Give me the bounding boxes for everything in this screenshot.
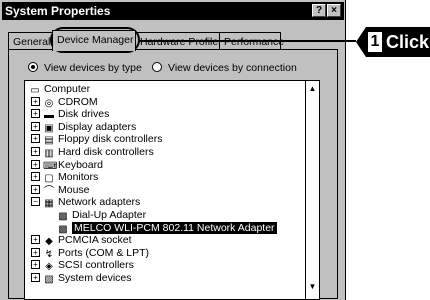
tree-item[interactable]: ▩ MELCO WLI-PCM 802.11 Network Adapter [57, 221, 277, 235]
callout-line [138, 40, 356, 42]
tree-item[interactable]: + ▬ Disk drives [31, 108, 110, 122]
monitor-icon: ▢ [44, 173, 54, 185]
tree-item[interactable]: + ◆ PCMCIA socket [31, 234, 132, 248]
expand-icon[interactable]: + [31, 260, 40, 270]
tree-item[interactable]: + ▣ Display adapters [31, 120, 137, 134]
view-by-connection-option[interactable]: View devices by connection [152, 62, 297, 74]
expand-icon[interactable]: + [31, 96, 40, 106]
computer-icon: ▭ [30, 85, 40, 96]
expand-icon[interactable]: + [31, 159, 40, 169]
tree-item-label: Dial-Up Adapter [72, 209, 147, 221]
tree-item-label: Disk drives [58, 108, 110, 121]
view-by-type-option[interactable]: View devices by type [28, 62, 142, 74]
radio-by-type[interactable] [28, 62, 38, 72]
display-adapter-icon: ▣ [44, 122, 54, 134]
hard-disk-controller-icon: ▥ [44, 148, 54, 159]
tree-item-label: MELCO WLI-PCM 802.11 Network Adapter [72, 221, 277, 234]
tree-item[interactable]: + ⌨Keyboard [31, 158, 103, 172]
tree-item[interactable]: + ◎ CDROM [31, 95, 98, 109]
tree-item[interactable]: ▭ Computer [29, 83, 91, 96]
tree-item-label: Floppy disk controllers [58, 133, 163, 146]
expand-icon[interactable]: + [31, 235, 40, 245]
tree-item-label: CDROM [58, 95, 98, 108]
expand-icon[interactable]: + [31, 184, 40, 194]
system-device-icon: ▧ [44, 274, 54, 285]
click-callout: 1 Click [356, 27, 430, 57]
port-icon: ↯ [44, 248, 54, 260]
tree-item[interactable]: + ▤ Floppy disk controllers [31, 133, 163, 147]
tab-device-manager[interactable]: Device Manager [52, 30, 136, 51]
keyboard-icon: ⌨ [43, 160, 58, 172]
tree-item-label: PCMCIA socket [58, 234, 132, 247]
tree-item-label: Ports (COM & LPT) [58, 246, 150, 259]
expand-icon[interactable]: + [31, 147, 40, 156]
floppy-controller-icon: ▤ [44, 135, 54, 147]
tree-item-label: System devices [58, 272, 132, 284]
scroll-down-icon[interactable]: ▼ [306, 281, 319, 293]
scsi-icon: ◈ [45, 261, 53, 273]
tree-item[interactable]: + ▢ Monitors [31, 171, 99, 185]
radio-by-connection[interactable] [152, 62, 162, 72]
window-title: System Properties [5, 4, 111, 18]
vertical-scrollbar[interactable]: ▲ ▼ [305, 81, 319, 299]
scroll-up-icon[interactable]: ▲ [306, 83, 319, 95]
tree-item[interactable]: − ▦ Network adapters [31, 196, 141, 210]
help-button[interactable]: ? [312, 4, 326, 17]
cdrom-icon: ◎ [44, 97, 54, 109]
tree-item-label: Display adapters [58, 120, 137, 133]
network-adapter-icon: ▦ [44, 198, 54, 210]
tree-item[interactable]: + ▥ Hard disk controllers [31, 146, 154, 159]
network-card-icon: ▩ [58, 211, 68, 222]
title-bar: System Properties ? × [2, 2, 344, 20]
tree-item[interactable]: ▩ Dial-Up Adapter [57, 209, 147, 222]
close-button[interactable]: × [327, 4, 341, 17]
collapse-icon[interactable]: − [31, 197, 40, 207]
tree-item-label: Mouse [58, 183, 90, 196]
tree-item[interactable]: + ↯ Ports (COM & LPT) [31, 246, 150, 260]
device-tree-listbox[interactable]: ▭ Computer + ◎ CDROM + ▬ Disk drives + ▣ Display a… [24, 80, 320, 300]
pcmcia-icon: ◆ [45, 236, 53, 248]
tree-item-label: SCSI controllers [58, 259, 134, 272]
tree-item-label: Computer [44, 83, 91, 95]
expand-icon[interactable]: + [31, 247, 40, 257]
tree-item-label: Keyboard [58, 158, 103, 171]
step-number: 1 [368, 32, 382, 52]
mouse-icon: ⌒ [44, 185, 54, 197]
network-card-icon: ▩ [58, 223, 68, 235]
system-properties-dialog: System Properties ? × General Device Man… [0, 0, 346, 300]
disk-drive-icon: ▬ [44, 110, 54, 122]
tree-item-label: Network adapters [58, 196, 141, 209]
expand-icon[interactable]: + [31, 134, 40, 144]
expand-icon[interactable]: + [31, 172, 40, 182]
tree-item-label: Hard disk controllers [58, 146, 154, 158]
expand-icon[interactable]: + [31, 109, 40, 119]
tree-item[interactable]: + ▧ System devices [31, 272, 132, 285]
tab-general[interactable]: General [8, 32, 53, 50]
expand-icon[interactable]: + [31, 273, 40, 282]
tree-item[interactable]: + ◈ SCSI controllers [31, 259, 134, 273]
tree-item[interactable]: + ⌒ Mouse [31, 183, 90, 197]
tree-item-label: Monitors [58, 171, 99, 184]
expand-icon[interactable]: + [31, 121, 40, 131]
click-label: Click [386, 32, 430, 52]
